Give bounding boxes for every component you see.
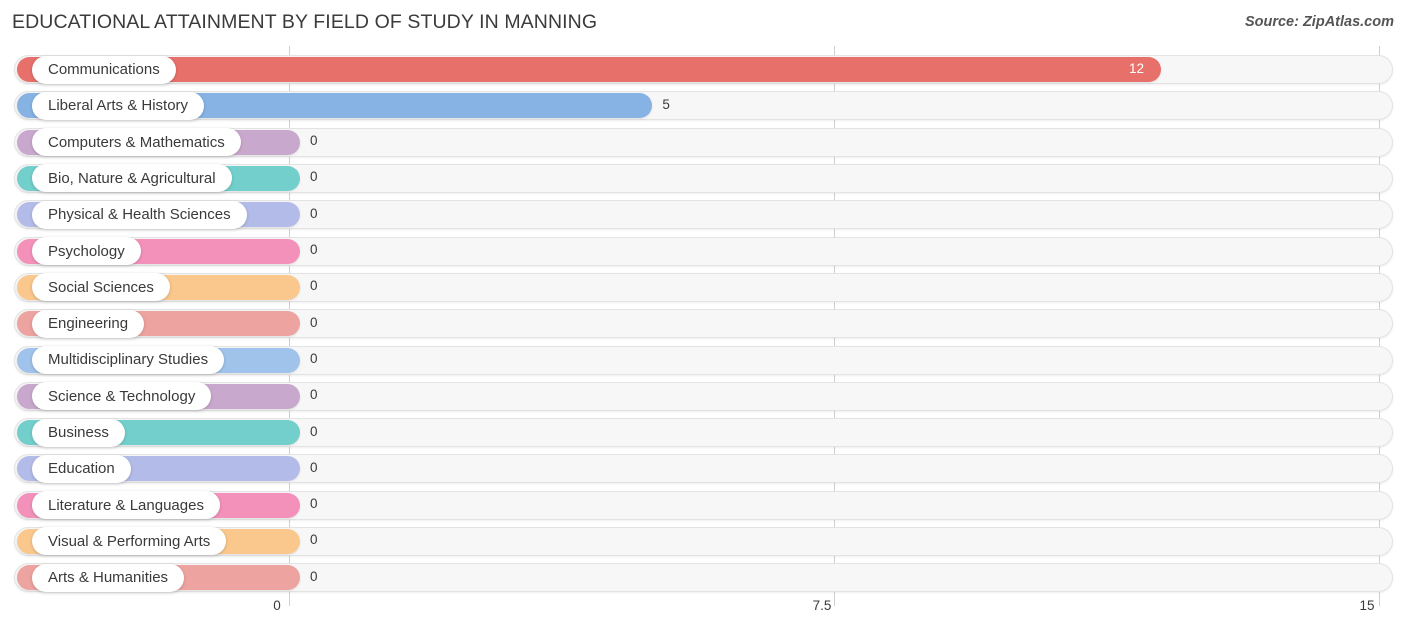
bar-value-label: 0	[310, 568, 318, 584]
bar-label: Multidisciplinary Studies	[48, 351, 209, 369]
chart-row: Arts & Humanities 0	[0, 560, 1406, 596]
axis-tick-mark	[289, 594, 290, 606]
bar-value-label: 0	[310, 532, 318, 548]
bar-label: Literature & Languages	[48, 496, 204, 514]
bar-label-pill: Literature & Languages	[32, 491, 220, 520]
chart-row: Science & Technology 0	[0, 379, 1406, 415]
bar-label-pill: Science & Technology	[32, 382, 212, 411]
chart-row: Visual & Performing Arts 0	[0, 524, 1406, 560]
bar-label-pill: Engineering	[32, 309, 145, 338]
bar-value-label: 0	[310, 133, 318, 149]
bar-label-pill: Psychology	[32, 237, 141, 266]
bar-label: Physical & Health Sciences	[48, 206, 231, 224]
chart-row: Business 0	[0, 415, 1406, 451]
bar-value-label: 5	[662, 96, 670, 112]
bar-label: Arts & Humanities	[48, 569, 169, 587]
bar-label: Psychology	[48, 242, 125, 260]
bar-label: Communications	[48, 61, 160, 79]
bar-label: Education	[48, 460, 115, 478]
bar-value-label: 0	[310, 387, 318, 403]
chart-row: Bio, Nature & Agricultural 0	[0, 161, 1406, 197]
bar-label: Engineering	[48, 315, 129, 333]
bar-value-label: 0	[310, 278, 318, 294]
bar-label: Liberal Arts & History	[48, 97, 189, 115]
bar-value-label: 0	[310, 459, 318, 475]
chart-plot-area: Communications 12 Liberal Arts & History 5 C…	[0, 46, 1406, 594]
chart-header: EDUCATIONAL ATTAINMENT BY FIELD OF STUDY…	[0, 0, 1406, 46]
bar-value-label: 0	[310, 205, 318, 221]
bar-label-pill: Physical & Health Sciences	[32, 200, 247, 229]
bar-value-label: 0	[310, 423, 318, 439]
bar-label: Computers & Mathematics	[48, 133, 225, 151]
bar-label-pill: Bio, Nature & Agricultural	[32, 164, 232, 193]
chart-row: Social Sciences 0	[0, 270, 1406, 306]
bar-label-pill: Communications	[32, 55, 176, 84]
bar-label-pill: Visual & Performing Arts	[32, 527, 227, 556]
chart-row: Psychology 0	[0, 234, 1406, 270]
bar-label-pill: Social Sciences	[32, 273, 170, 302]
axis-tick-label: 7.5	[812, 598, 832, 613]
bar-label-pill: Computers & Mathematics	[32, 128, 241, 157]
axis-tick-mark	[1379, 594, 1380, 606]
bar-value-label: 0	[310, 350, 318, 366]
axis-tick-label: 15	[1359, 598, 1375, 613]
bar-value-label: 0	[310, 496, 318, 512]
bar-label: Business	[48, 424, 109, 442]
bar-label: Bio, Nature & Agricultural	[48, 169, 216, 187]
bar-value-label: 0	[310, 169, 318, 185]
chart-row: Education 0	[0, 451, 1406, 487]
source-attribution: Source: ZipAtlas.com	[1244, 14, 1394, 30]
bar-label-pill: Arts & Humanities	[32, 563, 185, 592]
bar-label: Social Sciences	[48, 278, 154, 296]
chart-row: Liberal Arts & History 5	[0, 88, 1406, 124]
chart-row: Literature & Languages 0	[0, 488, 1406, 524]
bar-value-label: 0	[310, 314, 318, 330]
bar-label-pill: Multidisciplinary Studies	[32, 345, 225, 374]
bar[interactable]	[17, 57, 1161, 83]
chart-row: Computers & Mathematics 0	[0, 125, 1406, 161]
chart-row: Physical & Health Sciences 0	[0, 197, 1406, 233]
bar-label: Visual & Performing Arts	[48, 532, 211, 550]
bar-label-pill: Education	[32, 454, 131, 483]
chart-row: Engineering 0	[0, 306, 1406, 342]
bar-label-pill: Liberal Arts & History	[32, 91, 205, 120]
bar-value-label: 0	[310, 242, 318, 257]
page-title: EDUCATIONAL ATTAINMENT BY FIELD OF STUDY…	[12, 11, 598, 33]
axis-tick-label: 0	[273, 598, 281, 613]
axis-tick-mark	[834, 594, 835, 606]
bar-label-pill: Business	[32, 418, 125, 447]
chart-row: Communications 12	[0, 52, 1406, 88]
chart-row: Multidisciplinary Studies 0	[0, 342, 1406, 378]
bar-value-label: 12	[1129, 60, 1145, 76]
bar-label: Science & Technology	[48, 387, 196, 405]
x-axis: 0 7.5 15	[0, 594, 1406, 632]
